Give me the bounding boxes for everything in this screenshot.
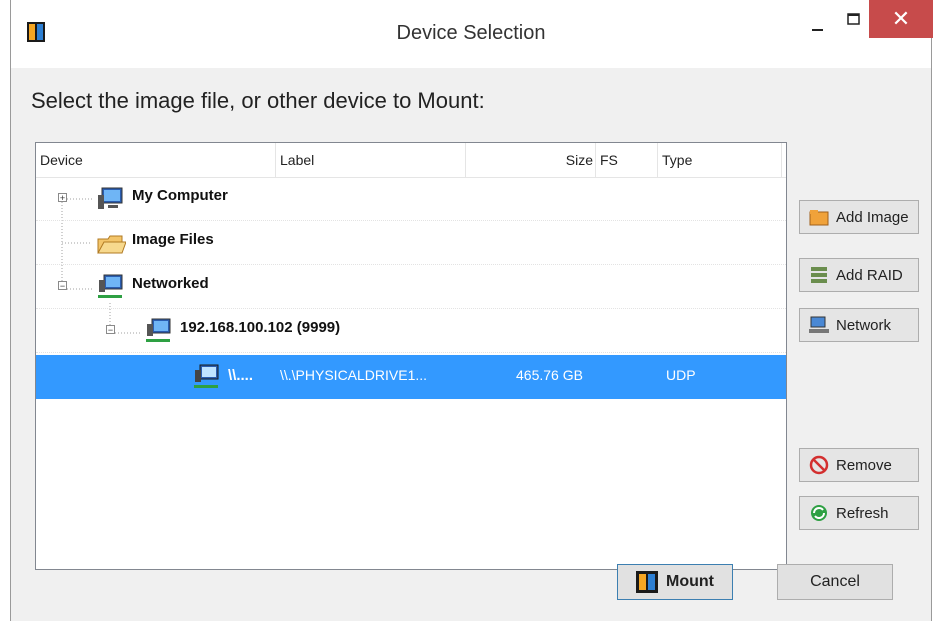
cancel-label: Cancel (810, 573, 860, 590)
network-computer-icon (146, 318, 171, 342)
button-bar: Mount Cancel (11, 564, 931, 621)
remove-label: Remove (836, 456, 892, 474)
prompt-text: Select the image file, or other device t… (31, 88, 485, 113)
computer-icon (98, 187, 123, 209)
cancel-button[interactable]: Cancel (777, 564, 893, 600)
column-fs[interactable]: FS (596, 143, 658, 177)
tree-row-host[interactable]: − 192.168.100.102 (9999) (36, 309, 786, 353)
remove-button[interactable]: Remove (799, 448, 919, 482)
node-label: Image Files (132, 231, 214, 248)
app-logo-icon (636, 571, 658, 593)
mount-button[interactable]: Mount (617, 564, 733, 600)
network-computer-icon (194, 364, 219, 388)
refresh-button[interactable]: Refresh (799, 496, 919, 530)
expand-icon[interactable]: + (58, 193, 67, 203)
add-raid-label: Add RAID (836, 266, 903, 284)
refresh-label: Refresh (836, 504, 889, 522)
device-selection-window: Device Selection ✕ Select the image file… (10, 0, 933, 621)
network-label: Network (836, 316, 892, 334)
column-device[interactable]: Device (36, 143, 276, 177)
window-title: Device Selection (396, 22, 546, 44)
device-type: UDP (666, 367, 696, 383)
add-image-label: Add Image (836, 208, 909, 226)
column-type[interactable]: Type (658, 143, 782, 177)
tree-row-my-computer[interactable]: + My Computer (36, 177, 786, 221)
minimize-button[interactable] (801, 12, 835, 38)
device-list[interactable]: Device Label Size FS Type + My Computer (35, 142, 787, 570)
remove-icon (809, 455, 829, 475)
list-header: Device Label Size FS Type (36, 143, 786, 178)
collapse-icon[interactable]: − (106, 325, 115, 335)
maximize-button[interactable] (837, 6, 871, 34)
device-label: \\.\PHYSICALDRIVE1... (280, 367, 428, 383)
tree-row-image-files[interactable]: Image Files (36, 221, 786, 265)
device-name: \\.... (228, 367, 254, 384)
title-bar: Device Selection ✕ (11, 0, 933, 68)
column-size[interactable]: Size (466, 143, 596, 177)
raid-icon (811, 267, 827, 283)
device-size: 465.76 GB (516, 367, 583, 383)
network-button[interactable]: Network (799, 308, 919, 342)
network-icon (809, 316, 829, 333)
node-label: 192.168.100.102 (9999) (180, 319, 341, 336)
refresh-icon (811, 505, 827, 521)
tree-row-networked[interactable]: − Networked (36, 265, 786, 309)
column-label[interactable]: Label (276, 143, 466, 177)
folder-icon (97, 235, 126, 254)
add-raid-button[interactable]: Add RAID (799, 258, 919, 292)
close-button[interactable]: ✕ (869, 0, 933, 38)
folder-icon (809, 210, 829, 226)
mount-label: Mount (666, 573, 714, 590)
add-image-button[interactable]: Add Image (799, 200, 919, 234)
node-label: Networked (132, 275, 209, 292)
tree-row-selected-drive[interactable]: \\.... \\.\PHYSICALDRIVE1... 465.76 GB U… (36, 355, 786, 399)
node-label: My Computer (132, 187, 228, 204)
network-computer-icon (98, 274, 123, 298)
collapse-icon[interactable]: − (58, 281, 67, 291)
